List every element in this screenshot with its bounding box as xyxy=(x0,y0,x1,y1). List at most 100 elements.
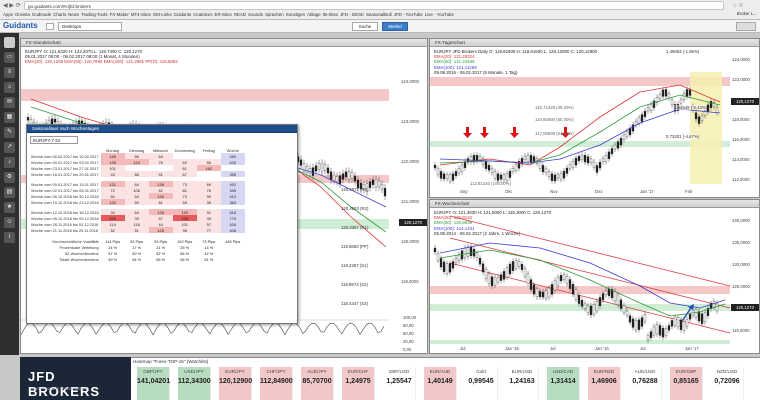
bookmark-item[interactable]: Charts xyxy=(53,12,66,17)
bookmark-item[interactable]: SeasonalBull xyxy=(366,12,392,17)
weekly-candle xyxy=(568,279,572,289)
daily-candle xyxy=(490,168,494,173)
bookmark-item[interactable]: Ceaktives xyxy=(193,12,212,17)
wishlist-button[interactable]: Merkel xyxy=(382,22,408,31)
avatar[interactable] xyxy=(4,37,15,48)
heatmap-tile[interactable]: NZD/USD 0,72096 xyxy=(711,367,744,400)
bookmark-item[interactable]: Guidants xyxy=(174,12,192,17)
daily-candle xyxy=(601,158,605,162)
bell-icon[interactable]: ♪ xyxy=(4,157,15,168)
bookmark-item[interactable]: JFD - YouTube xyxy=(394,12,423,17)
seasonality-popup[interactable]: Saisonalitaet nach Wochentagen EURJPY-7-… xyxy=(26,124,298,324)
heatmap-symbol: NZD/USD xyxy=(716,369,738,374)
week-label: Woche vom 06.02.2017 bis 10.02.2017 xyxy=(31,153,99,159)
daily-candle xyxy=(664,89,668,97)
trend-icon[interactable]: ↗ xyxy=(4,142,15,153)
info-icon[interactable]: i xyxy=(4,232,15,243)
weekly-candle xyxy=(493,277,497,286)
daily-candle xyxy=(562,170,566,179)
user-menu-icon[interactable] xyxy=(736,22,756,31)
instrument-select[interactable]: EURJPY-7-22 xyxy=(30,136,78,144)
heatmap-tile[interactable]: AUD/JPY 85,70700 xyxy=(301,367,334,400)
bookmark-item[interactable]: Sprachen xyxy=(265,12,284,17)
nav-icons[interactable]: ◀ ▶ ⟳ xyxy=(3,2,21,9)
people-icon[interactable]: ☺ xyxy=(4,217,15,228)
gear-icon[interactable]: ⚙ xyxy=(4,172,15,183)
folder-icon[interactable]: ▤ xyxy=(4,187,15,198)
heatmap-tile[interactable]: EUR/CHF 1,24975 xyxy=(342,367,375,400)
stat-cell: 55 % xyxy=(156,256,166,262)
heatmap-price: 85,70700 xyxy=(302,378,332,385)
stat-cell: 56 % xyxy=(180,256,190,262)
heatmap-price: 112,34300 xyxy=(178,378,211,385)
weekly-candle xyxy=(661,327,665,338)
daily-candle xyxy=(436,168,440,175)
search-button[interactable]: Suche xyxy=(352,22,378,31)
daily-chart-pane[interactable]: FX-Tageschart EURJPY JFD Brokers Daily O… xyxy=(429,38,760,198)
price-axis-label: 135,0000 xyxy=(732,240,750,245)
monitor-icon[interactable]: ▭ xyxy=(4,52,15,63)
seasonality-title: Saisonalitaet nach Wochentagen xyxy=(27,125,297,133)
weekly-candle xyxy=(634,320,638,331)
chart-icon[interactable]: ⌂ xyxy=(4,82,15,93)
daily-candle xyxy=(559,173,563,180)
hourly-candle xyxy=(341,173,345,180)
heatmap-tile[interactable]: CHF/JPY 112,84900 xyxy=(260,367,293,400)
hourly-candle xyxy=(323,164,327,171)
week-label: Woche vom 02.01.2017 bis 06.01.2017 xyxy=(31,187,99,193)
daily-candle xyxy=(607,151,611,160)
heatmap-tile[interactable]: USD/CAD 1,31414 xyxy=(547,367,580,400)
desktop-tab[interactable]: Desktops xyxy=(58,22,122,31)
bookmark-item[interactable]: Trading-Tools xyxy=(81,12,107,17)
bookmark-item[interactable]: Live - YouTube xyxy=(425,12,454,17)
heatmap-tile[interactable]: EUR/AUD 1,40149 xyxy=(424,367,457,400)
daily-candle xyxy=(625,131,629,137)
bookmark-item[interactable]: ER-Sites xyxy=(215,12,232,17)
heatmap-price: 0,76288 xyxy=(632,378,658,385)
bookmark-item[interactable]: JFD - DESK xyxy=(340,12,364,17)
list-icon[interactable]: ≡ xyxy=(4,67,15,78)
weekly-chart-pane[interactable]: FX-Wochenchart EURJPY O: 121,3930 H: 121… xyxy=(429,199,760,354)
pen-icon[interactable]: ✎ xyxy=(4,127,15,138)
heatmap-tile[interactable]: Gold 0,99545 xyxy=(465,367,498,400)
grid-icon[interactable]: ▦ xyxy=(4,112,15,123)
star-icon[interactable]: ☆ ≡ xyxy=(732,2,743,9)
bookmark-item[interactable]: READ xyxy=(234,12,246,17)
bookmark-item[interactable]: News xyxy=(68,12,79,17)
heatmap-tile[interactable]: EUR/USD 1,24163 xyxy=(506,367,539,400)
chat-icon[interactable]: ✉ xyxy=(4,97,15,108)
time-axis-label: Jan '17 xyxy=(685,346,699,351)
bookmark-item[interactable]: GM-Links xyxy=(153,12,172,17)
address-bar[interactable]: go.guidants.com/#c/jfd-brokers xyxy=(24,1,724,10)
bookmark-item[interactable]: FX-Maker xyxy=(110,12,129,17)
heatmap-tile[interactable]: EUR/JPY 120,12900 xyxy=(219,367,252,400)
stat-cell xyxy=(221,256,245,262)
price-axis-label: 121,0000 xyxy=(401,199,419,204)
bookmark-item[interactable]: Apps xyxy=(3,12,13,17)
menu-icon[interactable] xyxy=(46,23,54,30)
star-icon[interactable]: ★ xyxy=(4,202,15,213)
week-label: Woche vom 12.12.2016 bis 16.12.2016 xyxy=(31,209,99,215)
heatmap-tile[interactable]: EUR/NZD 1,46906 xyxy=(588,367,621,400)
daily-candle xyxy=(613,144,617,150)
heatmap-tile[interactable]: AUD/USD 0,76288 xyxy=(629,367,662,400)
heatmap-symbol: CHF/JPY xyxy=(266,369,286,374)
weekly-candle xyxy=(526,273,530,284)
bookmark-item[interactable]: Sounds xyxy=(248,12,263,17)
daily-candle xyxy=(643,110,647,118)
hourly-candle xyxy=(383,187,387,197)
bookmark-item[interactable]: Onvista xyxy=(15,12,30,17)
bookmark-item[interactable]: Ablage xyxy=(307,12,321,17)
bookmark-item[interactable]: MT4-Sites xyxy=(131,12,151,17)
bookmark-item[interactable]: Sonstiges xyxy=(286,12,305,17)
heatmap-tile[interactable]: GBP/JPY 141,04201 xyxy=(137,367,170,400)
weekly-candle xyxy=(601,293,605,301)
bookmark-item[interactable]: Godmode xyxy=(32,12,51,17)
bookmark-item[interactable]: IB-Sites xyxy=(323,12,338,17)
heatmap-tile[interactable]: GBP/USD 1,25547 xyxy=(383,367,416,400)
weekly-candle xyxy=(652,326,656,336)
weekly-candle xyxy=(469,246,473,256)
other-bookmarks[interactable]: Broker L... xyxy=(737,11,757,16)
heatmap-tile[interactable]: EUR/GBP 0,85165 xyxy=(670,367,703,400)
heatmap-tile[interactable]: USD/JPY 112,34300 xyxy=(178,367,211,400)
